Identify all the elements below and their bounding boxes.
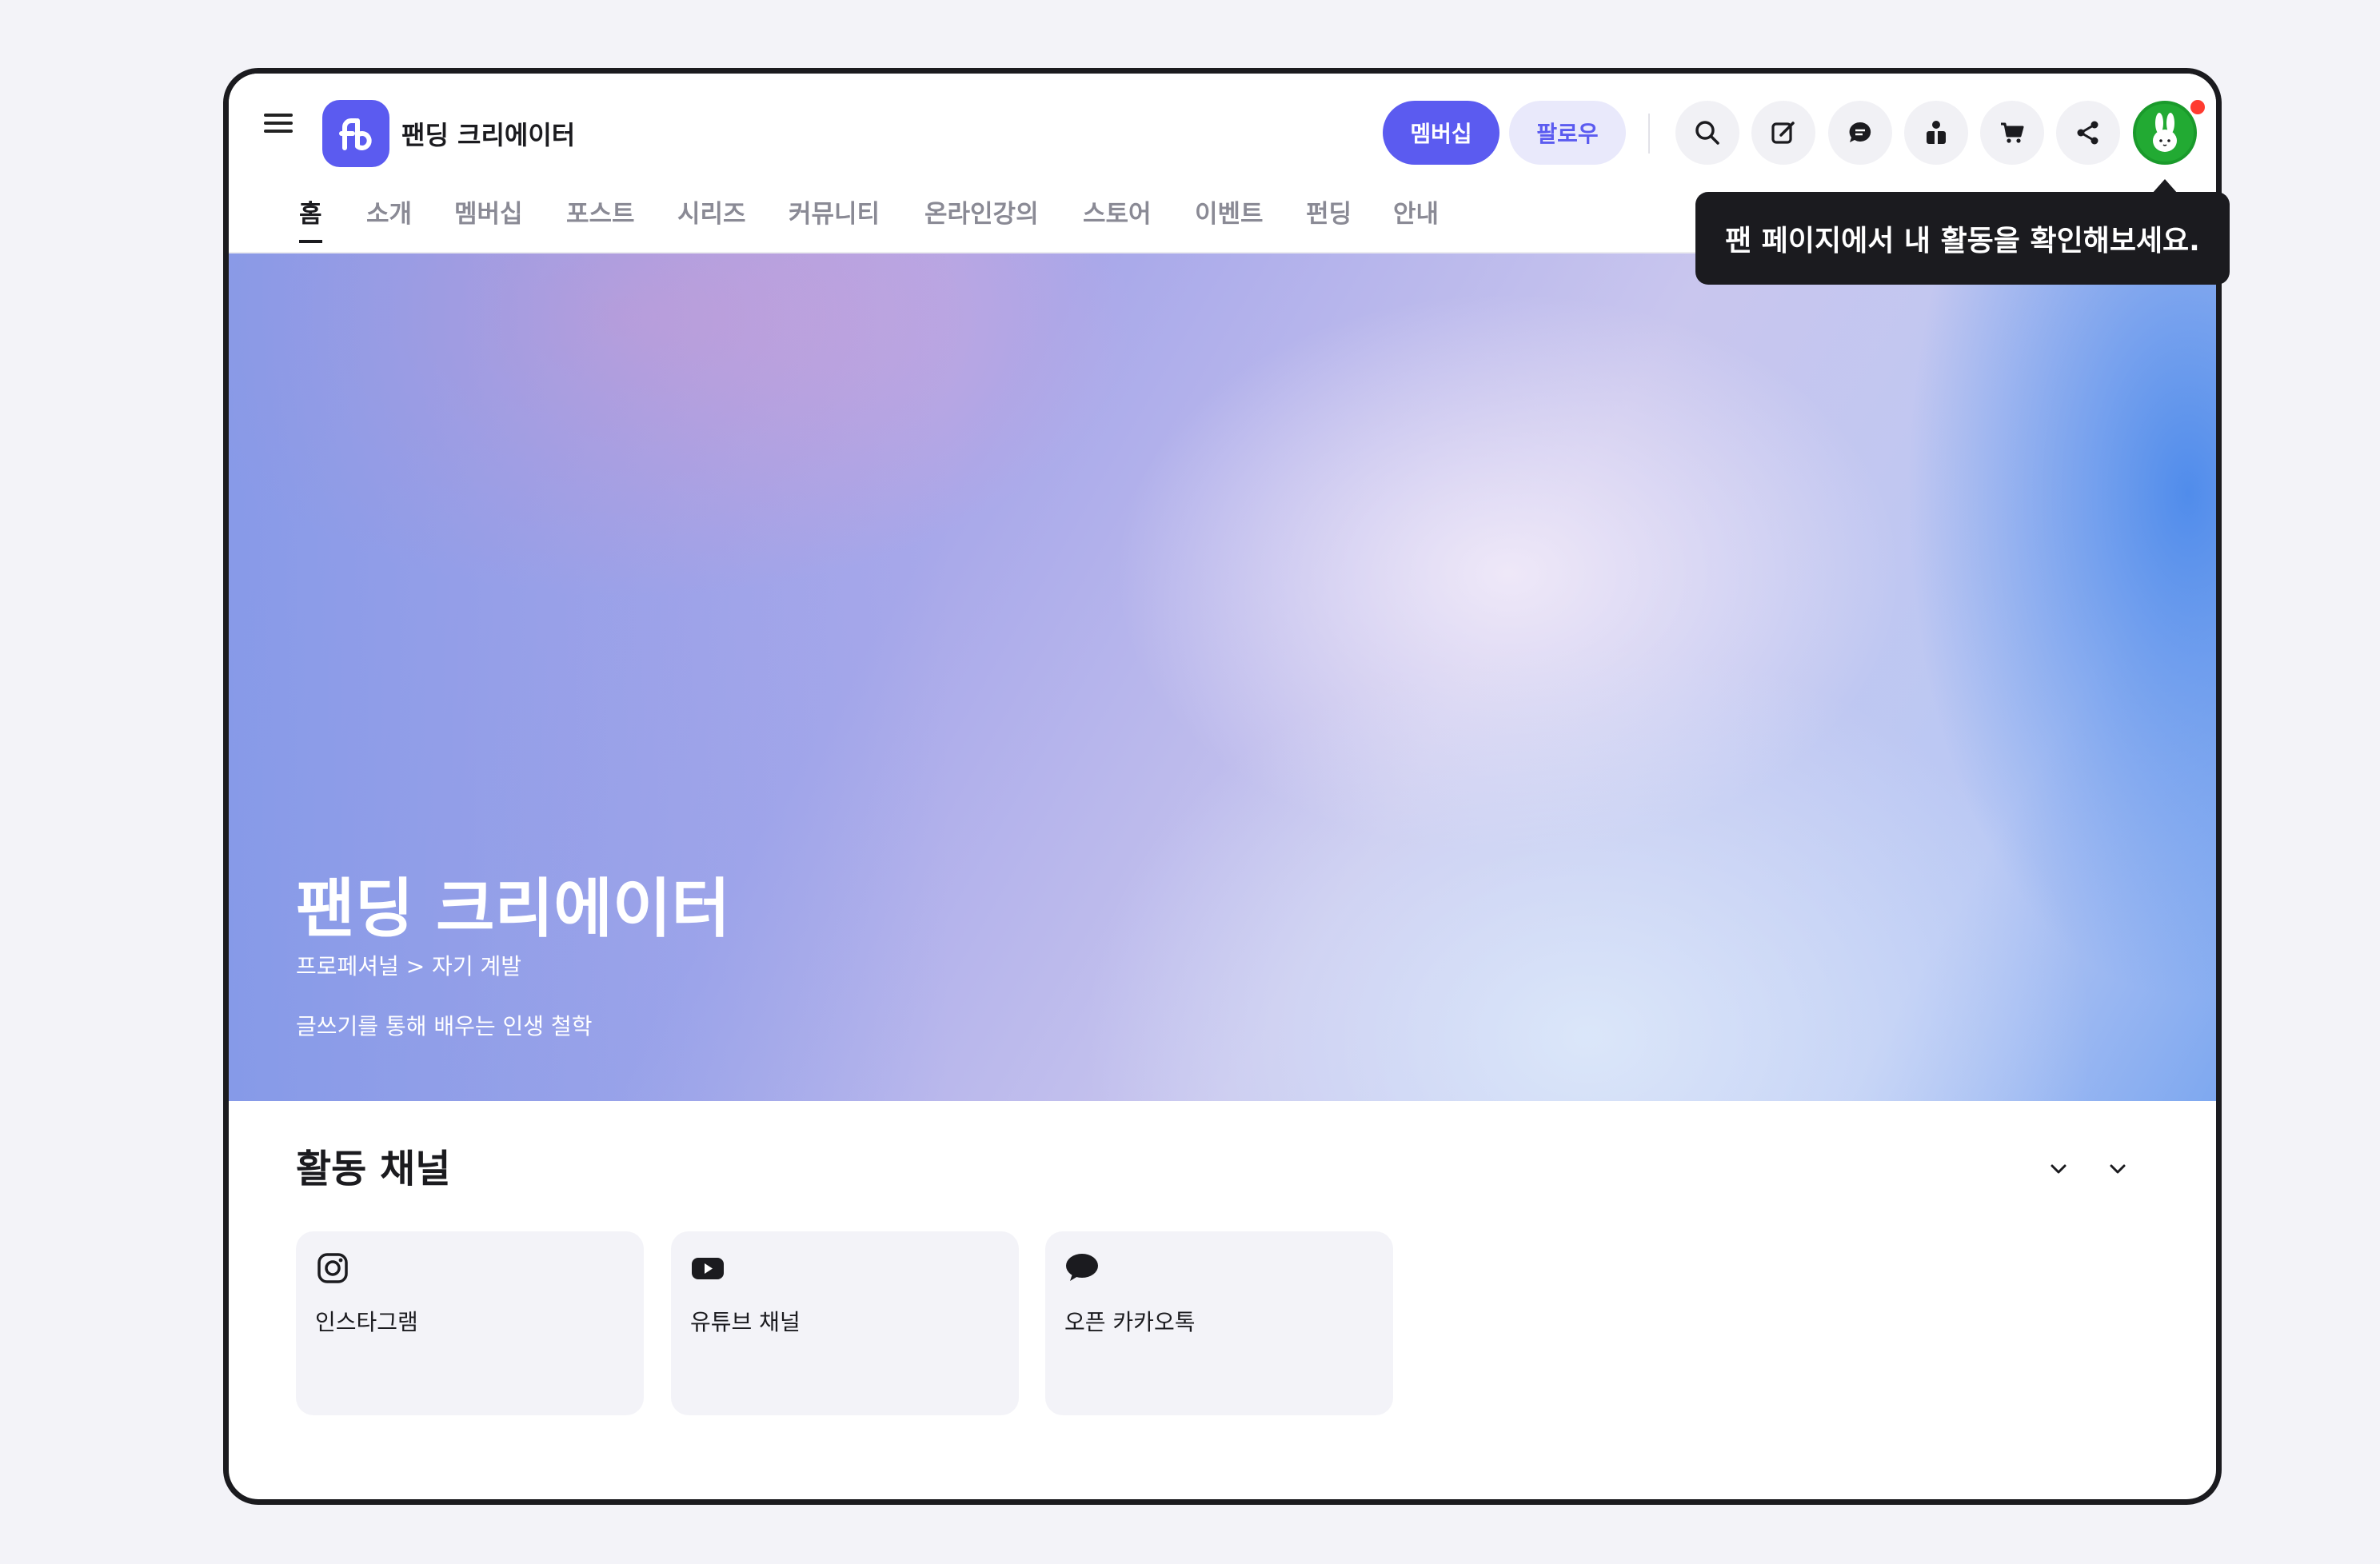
menu-icon[interactable]	[264, 109, 293, 138]
hero-banner: 팬딩 크리에이터 프로페셔널 > 자기 계발 글쓰기를 통해 배우는 인생 철학	[229, 253, 2216, 1101]
channel-label: 유튜브 채널	[690, 1309, 801, 1335]
gift-button[interactable]	[1904, 101, 1968, 165]
divider	[1648, 114, 1650, 154]
activity-tooltip[interactable]: 팬 페이지에서 내 활동을 확인해보세요.	[1695, 192, 2230, 285]
kakaotalk-icon	[1064, 1251, 1100, 1286]
search-icon	[1695, 121, 1719, 145]
fanding-logo[interactable]	[322, 100, 389, 167]
tab-info[interactable]: 안내	[1393, 194, 1439, 240]
write-post-button[interactable]	[1751, 101, 1815, 165]
cart-button[interactable]	[1980, 101, 2044, 165]
chat-icon	[1849, 122, 1871, 142]
channel-label: 인스타그램	[315, 1309, 418, 1335]
tab-online-course[interactable]: 온라인강의	[924, 194, 1039, 240]
tab-community[interactable]: 커뮤니티	[789, 194, 880, 240]
tab-store[interactable]: 스토어	[1083, 194, 1152, 240]
cart-icon	[2001, 122, 2024, 143]
channel-card-kakaotalk[interactable]: 오픈 카카오톡	[1045, 1231, 1393, 1415]
share-icon	[2077, 121, 2098, 145]
tab-membership[interactable]: 멤버십	[454, 194, 523, 240]
chevron-down-icon[interactable]	[2103, 1155, 2132, 1183]
tab-home[interactable]: 홈	[299, 194, 322, 243]
hero-title: 팬딩 크리에이터	[296, 872, 731, 946]
instagram-icon	[315, 1251, 350, 1286]
youtube-icon	[690, 1251, 725, 1286]
share-button[interactable]	[2056, 101, 2120, 165]
rabbit-avatar-icon	[2153, 113, 2177, 152]
tab-series[interactable]: 시리즈	[677, 194, 746, 240]
tab-event[interactable]: 이벤트	[1195, 194, 1264, 240]
chevron-down-icon[interactable]	[2044, 1155, 2073, 1183]
channel-card-instagram[interactable]: 인스타그램	[296, 1231, 644, 1415]
tab-intro[interactable]: 소개	[366, 194, 412, 240]
hero-category[interactable]: 프로페셔널 > 자기 계발	[296, 949, 521, 981]
membership-button[interactable]: 멤버십	[1383, 101, 1499, 165]
hero-description: 글쓰기를 통해 배우는 인생 철학	[296, 1013, 593, 1039]
notification-badge	[2188, 98, 2207, 117]
channel-card-youtube[interactable]: 유튜브 채널	[671, 1231, 1019, 1415]
tab-posts[interactable]: 포스트	[566, 194, 635, 240]
brand-name[interactable]: 팬딩 크리에이터	[401, 115, 575, 152]
user-avatar[interactable]	[2133, 101, 2197, 165]
top-navigation-bar: 팬딩 크리에이터 멤버십 팔로우	[229, 74, 2216, 176]
channel-label: 오픈 카카오톡	[1064, 1309, 1196, 1335]
gift-icon	[1927, 121, 1946, 144]
follow-button[interactable]: 팔로우	[1509, 101, 1626, 165]
tab-funding[interactable]: 펀딩	[1306, 194, 1352, 240]
edit-icon	[1771, 122, 1795, 144]
chat-button[interactable]	[1828, 101, 1892, 165]
activity-channels-title: 활동 채널	[296, 1147, 451, 1191]
search-button[interactable]	[1675, 101, 1739, 165]
